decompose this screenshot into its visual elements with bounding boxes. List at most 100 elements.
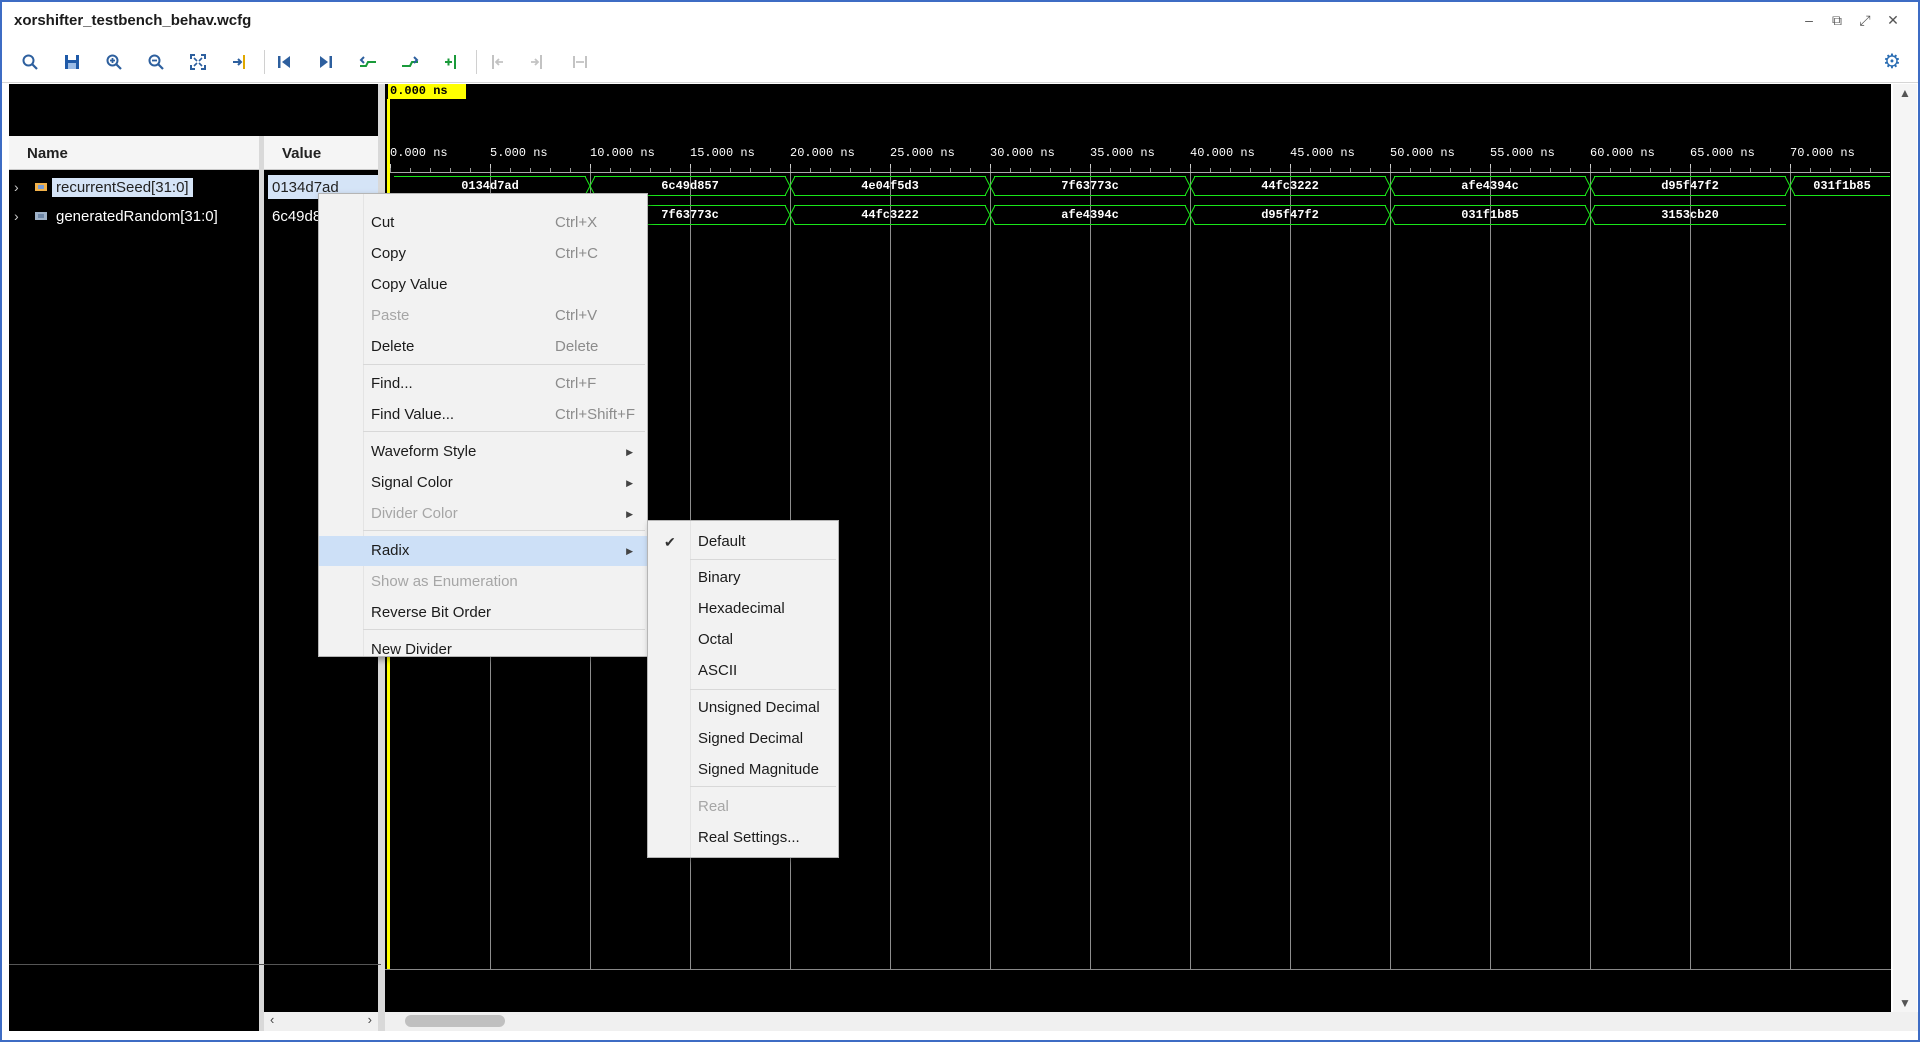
ruler-minor-tick (950, 168, 951, 172)
ruler-minor-tick (1810, 168, 1811, 172)
horizontal-scrollbar[interactable] (385, 1012, 1918, 1031)
radix-menu-item[interactable]: ✔ Default (648, 527, 838, 557)
ruler-tick-label: 60.000 ns (1590, 146, 1655, 160)
context-menu-item[interactable]: Cut Ctrl+X (319, 208, 647, 238)
bus-value-segment[interactable]: afe4394c (994, 205, 1186, 225)
context-menu-item[interactable]: Signal Color ▶ (319, 468, 647, 498)
zoom-fit-icon[interactable] (186, 50, 210, 74)
bus-value-segment[interactable]: 031f1b85 (1394, 205, 1586, 225)
maximize-icon[interactable]: ⤢ (1858, 12, 1872, 29)
save-icon[interactable] (60, 50, 84, 74)
bus-transition (1185, 205, 1195, 225)
context-menu-item[interactable]: Radix ▶ (319, 536, 647, 566)
next-marker-icon[interactable] (526, 50, 550, 74)
radix-menu-item[interactable]: Unsigned Decimal (648, 693, 838, 723)
radix-menu-item[interactable]: Hexadecimal (648, 594, 838, 624)
ruler-minor-tick (1450, 168, 1451, 172)
vertical-scrollbar[interactable]: ▲ ▼ (1893, 84, 1917, 1012)
search-icon[interactable] (18, 50, 42, 74)
go-to-start-icon[interactable] (272, 50, 296, 74)
name-column-header[interactable]: Name (9, 136, 260, 170)
ruler-tick-label: 55.000 ns (1490, 146, 1555, 160)
pane-divider (9, 964, 381, 965)
bus-transition (1585, 205, 1595, 225)
menu-item-label: Default (698, 533, 746, 550)
menu-separator (363, 431, 645, 432)
toolbar-separator (264, 50, 265, 74)
bus-value-segment[interactable]: d95f47f2 (1594, 176, 1786, 196)
scroll-right-icon[interactable]: › (368, 1012, 372, 1027)
bus-value-segment[interactable]: 7f63773c (994, 176, 1186, 196)
time-ruler[interactable]: 0.000 ns 5.000 ns 10.000 ns 15.000 ns 20.000… (390, 136, 1890, 173)
context-menu-item[interactable]: Find Value... Ctrl+Shift+F (319, 400, 647, 430)
close-icon[interactable]: ✕ (1886, 12, 1900, 29)
radix-menu-item[interactable]: Real Settings... (648, 823, 838, 853)
value-pane-scrollbar[interactable]: ‹ › (264, 1012, 378, 1031)
next-transition-icon[interactable] (398, 50, 422, 74)
radix-menu-item[interactable]: Octal (648, 625, 838, 655)
context-menu-item[interactable]: Waveform Style ▶ (319, 437, 647, 467)
ruler-tick-label: 10.000 ns (590, 146, 655, 160)
go-to-end-icon[interactable] (314, 50, 338, 74)
swap-cursors-icon[interactable] (568, 50, 592, 74)
ruler-tick-label: 70.000 ns (1790, 146, 1855, 160)
expand-chevron-icon[interactable]: › (14, 179, 28, 195)
ruler-tick-label: 35.000 ns (1090, 146, 1155, 160)
menu-separator (690, 689, 836, 690)
bus-value-segment[interactable]: 4e04f5d3 (794, 176, 986, 196)
ruler-minor-tick (550, 168, 551, 172)
ruler-minor-tick (1650, 168, 1651, 172)
context-menu-item[interactable]: Delete Delete (319, 332, 647, 362)
signal-value[interactable]: 6c49d8 (268, 204, 321, 228)
restore-icon[interactable]: ⧉ (1830, 12, 1844, 29)
context-menu-item[interactable]: Copy Ctrl+C (319, 239, 647, 269)
bus-value-segment[interactable]: d95f47f2 (1194, 205, 1386, 225)
bus-value-segment[interactable]: afe4394c (1394, 176, 1586, 196)
grid-line (1790, 172, 1791, 969)
value-column-header[interactable]: Value (264, 136, 378, 170)
add-marker-icon[interactable] (440, 50, 464, 74)
context-menu-item[interactable]: New Divider (319, 635, 647, 665)
context-menu-item[interactable]: Reverse Bit Order (319, 598, 647, 628)
context-menu-item[interactable]: Find... Ctrl+F (319, 369, 647, 399)
radix-menu-item[interactable]: Signed Magnitude (648, 755, 838, 785)
zoom-out-icon[interactable] (144, 50, 168, 74)
context-menu-item: Paste Ctrl+V (319, 301, 647, 331)
context-menu-item[interactable]: Copy Value (319, 270, 647, 300)
bus-transition (1385, 176, 1395, 196)
horizontal-scroll-thumb[interactable] (405, 1015, 505, 1027)
ruler-minor-tick (1830, 168, 1831, 172)
zoom-in-icon[interactable] (102, 50, 126, 74)
menu-item-shortcut: Ctrl+X (555, 214, 598, 231)
ruler-tick-label: 45.000 ns (1290, 146, 1355, 160)
ruler-minor-tick (1610, 168, 1611, 172)
value-header-label: Value (282, 145, 322, 162)
bus-value-segment[interactable]: 3153cb20 (1594, 205, 1786, 225)
bus-value-segment[interactable]: 44fc3222 (794, 205, 986, 225)
minimize-icon[interactable]: ‒ (1802, 12, 1816, 29)
expand-chevron-icon[interactable]: › (14, 208, 28, 224)
grid-line (1690, 172, 1691, 969)
pane-splitter[interactable] (259, 136, 264, 1031)
scroll-down-icon[interactable]: ▼ (1899, 996, 1911, 1010)
bus-value-segment[interactable]: 031f1b85 (1794, 176, 1890, 196)
signal-row[interactable]: › recurrentSeed[31:0] (14, 175, 193, 199)
gear-icon[interactable]: ⚙ (1880, 50, 1904, 74)
grid-line (1390, 172, 1391, 969)
scroll-up-icon[interactable]: ▲ (1899, 86, 1911, 100)
scroll-left-icon[interactable]: ‹ (270, 1012, 274, 1027)
previous-marker-icon[interactable] (484, 50, 508, 74)
signal-row[interactable]: › generatedRandom[31:0] (14, 204, 222, 228)
bus-value-segment[interactable]: 44fc3222 (1194, 176, 1386, 196)
submenu-arrow-icon: ▶ (626, 478, 633, 488)
radix-menu-item[interactable]: Binary (648, 563, 838, 593)
cursor-time-label[interactable]: 0.000 ns (388, 84, 466, 99)
previous-transition-icon[interactable] (356, 50, 380, 74)
waveform-bottom-border (385, 969, 1891, 970)
radix-menu-item[interactable]: ASCII (648, 656, 838, 686)
radix-menu-item[interactable]: Signed Decimal (648, 724, 838, 754)
ruler-minor-tick (710, 168, 711, 172)
ruler-minor-tick (1230, 168, 1231, 172)
go-to-cursor-icon[interactable] (228, 50, 252, 74)
menu-item-label: Binary (698, 569, 741, 586)
